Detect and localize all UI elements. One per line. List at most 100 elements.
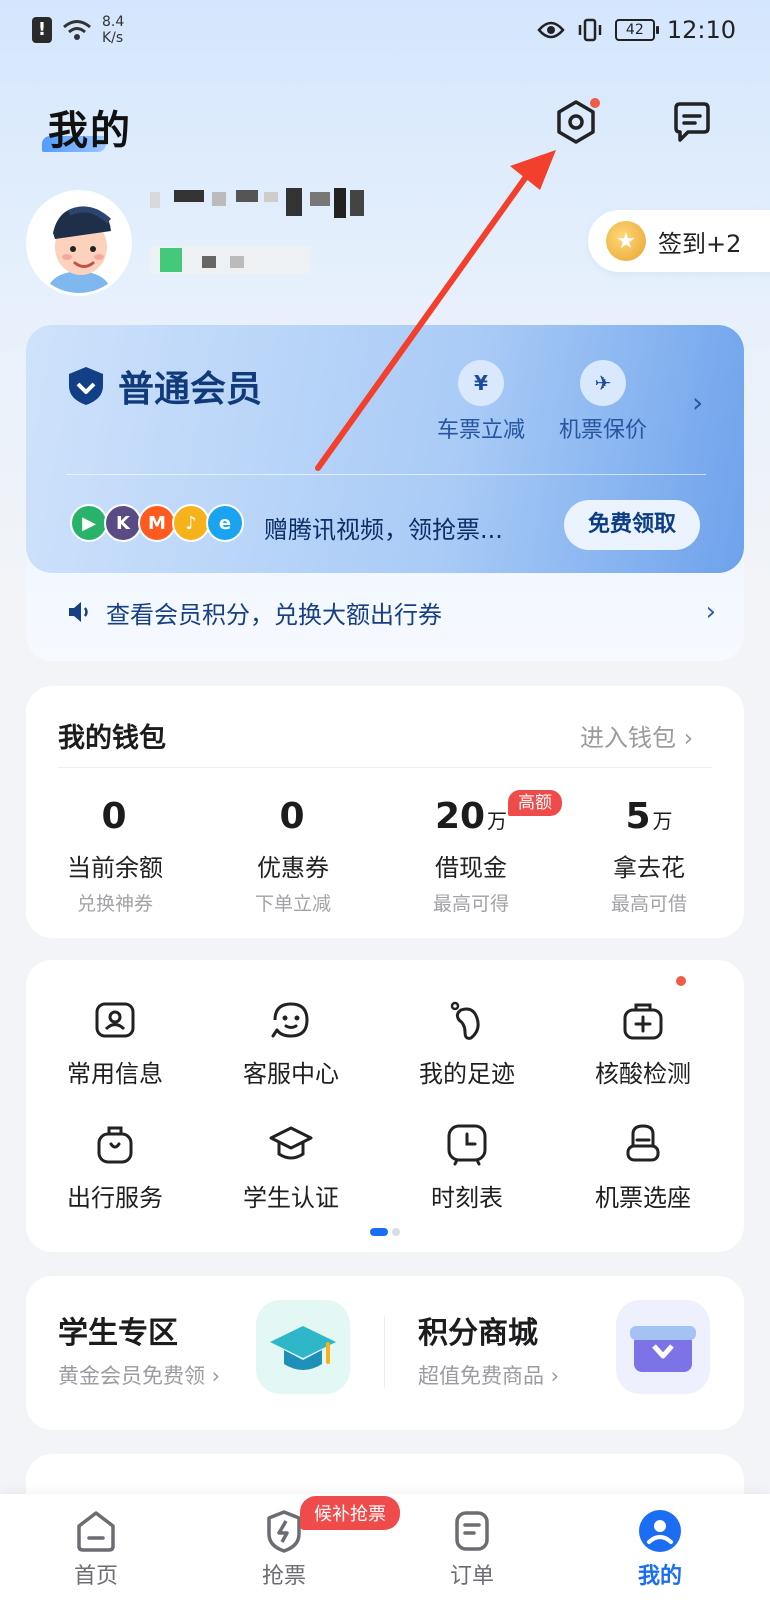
enter-wallet-link[interactable]: 进入钱包 ›	[580, 718, 693, 753]
member-level-label: 普通会员	[118, 369, 263, 410]
speaker-icon	[69, 602, 88, 622]
chevron-right-icon: ›	[676, 724, 694, 752]
stat-value: 5	[625, 796, 651, 837]
profile-icon	[639, 1510, 681, 1552]
chevron-right-icon[interactable]: ›	[692, 386, 703, 419]
battery-indicator: 42	[614, 19, 659, 41]
waitlist-badge: 候补抢票	[300, 1496, 400, 1530]
medical-kit-icon	[623, 1003, 663, 1040]
service-label: 我的足迹	[419, 1060, 515, 1088]
service-label: 时刻表	[431, 1184, 503, 1212]
student-zone[interactable]: 学生专区 黄金会员免费领 ›	[58, 1308, 220, 1390]
graduation-cap-icon	[256, 1300, 350, 1394]
stat-value: 20	[434, 796, 486, 837]
order-icon	[455, 1511, 489, 1551]
enter-wallet-label: 进入钱包	[580, 724, 676, 752]
page-dot	[392, 1228, 400, 1236]
ticket-icon: ¥	[458, 360, 504, 406]
settings-button[interactable]	[552, 98, 600, 146]
stat-sub: 最高可借	[610, 893, 687, 915]
service-label: 出行服务	[67, 1184, 163, 1212]
plane-icon: ✈	[580, 360, 626, 406]
wifi-icon	[63, 20, 91, 40]
seat-icon	[626, 1124, 660, 1162]
eleme-icon: e	[206, 504, 244, 542]
username-redacted	[150, 188, 364, 218]
service-contact-info[interactable]: 常用信息	[40, 996, 190, 1089]
perk-label: 车票立减	[436, 418, 525, 443]
vibrate-icon	[578, 18, 602, 42]
service-label: 客服中心	[243, 1060, 339, 1088]
message-icon	[674, 102, 710, 142]
service-seat-select[interactable]: 机票选座	[568, 1120, 718, 1213]
cartoon-avatar-icon	[29, 193, 129, 293]
avatar[interactable]	[26, 190, 132, 296]
tab-label: 订单	[449, 1564, 494, 1589]
service-travel[interactable]: 出行服务	[40, 1120, 190, 1213]
service-timetable[interactable]: 时刻表	[392, 1120, 542, 1213]
chevron-right-icon: ›	[205, 1364, 221, 1388]
tab-orders[interactable]: 订单	[412, 1508, 532, 1590]
stat-label: 当前余额	[67, 854, 163, 882]
wallet-stat-coupons[interactable]: 0 优惠券 下单立减	[208, 796, 378, 916]
service-footprints[interactable]: 我的足迹	[392, 996, 542, 1089]
wallet-stat-balance[interactable]: 0 当前余额 兑换神券	[30, 796, 200, 916]
perk-ticket-discount[interactable]: ¥ 车票立减	[426, 360, 536, 444]
message-button[interactable]	[668, 98, 716, 146]
tab-label: 抢票	[261, 1564, 306, 1589]
wallet-title: 我的钱包	[58, 723, 166, 754]
member-points-row[interactable]: 查看会员积分，兑换大额出行券 ›	[66, 590, 716, 634]
network-speed: 8.4 K/s	[102, 14, 125, 46]
checkin-button[interactable]: ★ 签到+2	[588, 210, 770, 272]
wallet-stat-credit[interactable]: 5万 拿去花 最高可借	[564, 796, 734, 916]
status-left: ! 8.4 K/s	[32, 14, 124, 46]
points-mall-zone[interactable]: 积分商城 超值免费商品 ›	[418, 1308, 559, 1390]
gift-text: 赠腾讯视频，领抢票...	[264, 516, 503, 544]
zone-title: 学生专区	[58, 1316, 178, 1351]
free-claim-button[interactable]: 免费领取	[564, 500, 700, 550]
service-nucleic-test[interactable]: 核酸检测	[568, 996, 718, 1089]
member-shield-icon	[69, 367, 103, 405]
page-indicator	[370, 1228, 400, 1236]
tab-label: 首页	[73, 1564, 118, 1589]
stat-label: 拿去花	[613, 854, 685, 882]
mango-tv-icon: M	[138, 504, 176, 542]
qq-music-icon: ♪	[172, 504, 210, 542]
chevron-right-icon: ›	[705, 597, 716, 627]
service-label: 常用信息	[67, 1060, 163, 1088]
tab-label: 我的	[637, 1564, 682, 1589]
stat-sub: 下单立减	[254, 893, 331, 915]
status-right: 42 12:10	[537, 16, 736, 44]
checkin-label: 签到+2	[658, 229, 742, 258]
notification-dot	[590, 98, 600, 108]
zone-sub: 黄金会员免费领	[58, 1364, 205, 1388]
stat-sub: 兑换神券	[76, 893, 153, 915]
notification-dot	[676, 976, 686, 986]
tab-mine[interactable]: 我的	[600, 1508, 720, 1590]
clock-time: 12:10	[666, 16, 736, 44]
contact-card-icon	[95, 1002, 135, 1038]
service-student-verify[interactable]: 学生认证	[216, 1120, 366, 1213]
perk-label: 机票保价	[558, 418, 647, 443]
eye-icon	[537, 21, 565, 39]
home-icon	[77, 1511, 115, 1552]
stat-label: 优惠券	[257, 854, 329, 882]
vip-app-logos: ▶ K M ♪ e	[70, 504, 244, 542]
tencent-video-icon: ▶	[70, 504, 108, 542]
service-customer-center[interactable]: 客服中心	[216, 996, 366, 1089]
luggage-icon	[97, 1126, 133, 1164]
star-coin-icon: ★	[606, 221, 646, 261]
high-amount-badge: 高额	[508, 790, 562, 816]
kugou-icon: K	[104, 504, 142, 542]
divider	[58, 767, 712, 768]
gift-box-icon	[616, 1300, 710, 1394]
graduation-cap-icon	[269, 1126, 313, 1160]
divider	[384, 1316, 385, 1388]
zone-sub: 超值免费商品	[418, 1364, 544, 1388]
tab-home[interactable]: 首页	[36, 1508, 156, 1590]
user-id-redacted	[150, 246, 310, 274]
stat-unit: 万	[652, 809, 673, 833]
page-dot-active	[370, 1228, 388, 1236]
stat-value: 0	[101, 796, 127, 837]
perk-flight-price-protect[interactable]: ✈ 机票保价	[548, 360, 658, 444]
